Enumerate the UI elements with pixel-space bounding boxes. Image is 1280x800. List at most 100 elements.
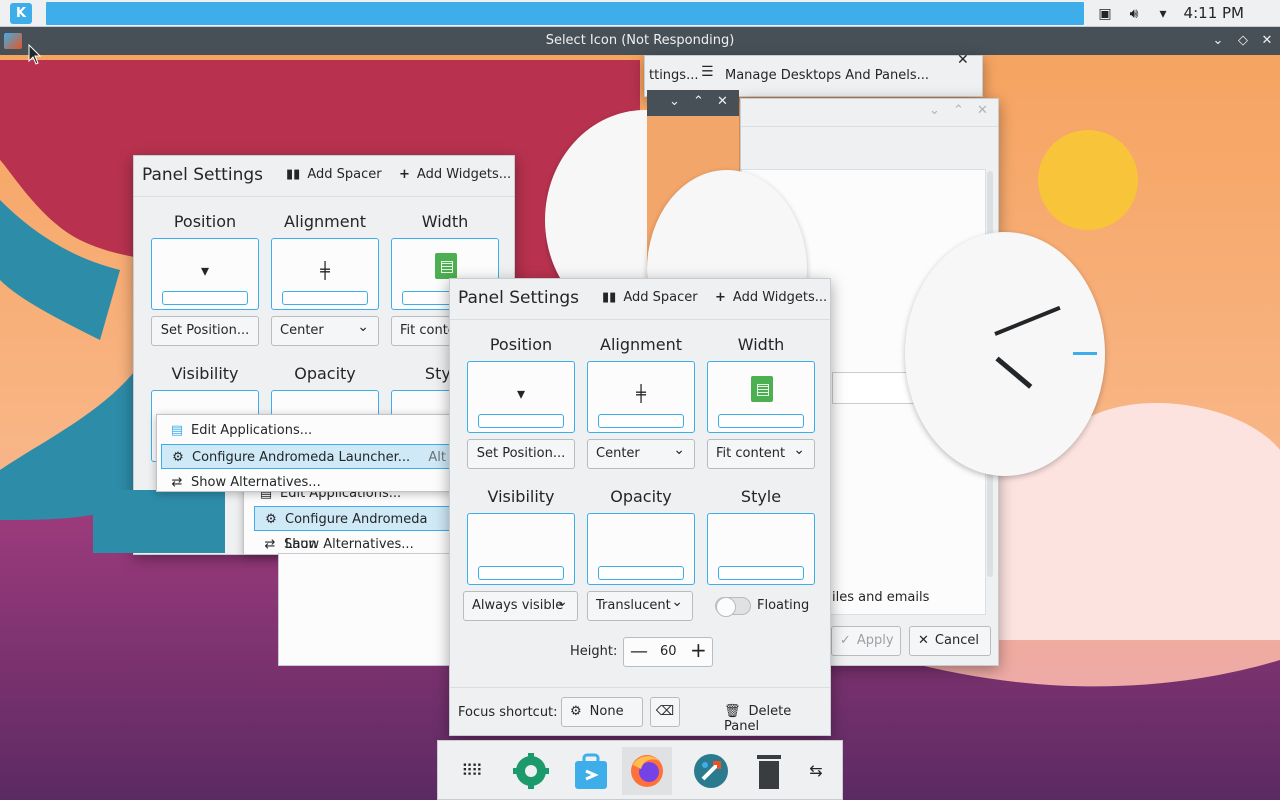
floating-toggle[interactable] [715, 597, 751, 617]
close-icon[interactable]: ✕ [977, 103, 988, 118]
clock-marker [1073, 352, 1097, 355]
height-value[interactable]: 60 [660, 644, 677, 659]
volume-icon[interactable]: 🔊︎ [1125, 5, 1143, 23]
floating-label: Floating [757, 598, 810, 613]
tray-expand-icon[interactable]: ▾ [1154, 5, 1172, 23]
show-alternatives-item[interactable]: ⇄ Show Alternatives... [161, 470, 451, 495]
panel-settings-title: Panel Settings [458, 288, 579, 308]
divider [450, 319, 830, 320]
wallpaper-fragment [93, 490, 225, 553]
panel-configure-icon[interactable]: ⇆ [800, 747, 832, 795]
application-launcher-icon[interactable]: K [10, 3, 32, 24]
screen-lock-icon[interactable]: ▣ [1096, 5, 1114, 23]
panel-settings: Panel Settings ▮▮ Add Spacer + Add Widgets… [449, 278, 831, 736]
edit-applications-item[interactable]: ▤ Edit Applications... [161, 418, 451, 443]
position-tile[interactable]: ▾ [467, 361, 575, 433]
add-spacer-button[interactable]: ▮▮ Add Spacer [286, 167, 382, 182]
kde-plasma-icon[interactable] [686, 747, 736, 795]
gear-icon: ⚙ [172, 450, 184, 465]
focus-shortcut-label: Focus shortcut: [458, 705, 558, 720]
decrease-icon[interactable]: — [630, 641, 648, 662]
minimize-icon[interactable]: ⌄ [929, 103, 940, 118]
clock-window-titlebar[interactable]: ⌄ ⌃ ✕ [647, 90, 739, 116]
opacity-select[interactable]: Translucent [587, 588, 693, 621]
minimize-icon[interactable]: ⌄ [669, 94, 680, 109]
cancel-button[interactable]: ✕ Cancel [909, 626, 991, 656]
increase-icon[interactable]: + [690, 638, 707, 662]
spreadsheet-icon [751, 376, 773, 402]
firefox-icon[interactable] [622, 747, 672, 795]
align-center-icon: ╪ [320, 261, 330, 280]
discover-store-icon[interactable] [566, 747, 616, 795]
gear-icon: ⚙ [265, 512, 277, 527]
task-manager-entry[interactable] [46, 2, 1084, 25]
style-label: Style [740, 487, 782, 506]
configure-launcher-item[interactable]: ⚙ Configure Andromeda Laun [254, 506, 454, 552]
wallpaper-fragment [0, 490, 93, 550]
maximize-icon[interactable]: ◇ [1233, 31, 1253, 51]
width-tile[interactable] [707, 361, 815, 433]
close-icon[interactable]: ✕ [717, 94, 728, 109]
alignment-tile[interactable]: ╪ [587, 361, 695, 433]
alignment-tile[interactable]: ╪ [271, 238, 379, 310]
clear-shortcut-button[interactable]: ⌫ [650, 697, 680, 727]
close-icon[interactable]: ✕ [1257, 31, 1277, 51]
alternatives-icon: ⇄ [264, 537, 276, 552]
configure-desktop-tab[interactable]: ttings... [649, 68, 698, 83]
add-spacer-button[interactable]: ▮▮ Add Spacer [602, 290, 698, 305]
visibility-select[interactable]: Always visible [463, 588, 578, 621]
maximize-icon[interactable]: ⌃ [953, 103, 964, 118]
arrow-down-icon: ▾ [516, 384, 526, 403]
opacity-label: Opacity [610, 487, 672, 506]
delete-panel-button[interactable]: 🗑︎ Delete Panel [724, 704, 830, 734]
width-select[interactable]: Fit content [707, 436, 815, 469]
system-settings-icon[interactable] [506, 747, 556, 795]
set-position-button[interactable]: Set Position... [151, 316, 259, 346]
configure-launcher-item[interactable]: ⚙ Configure Andromeda Launcher... Alt [161, 444, 453, 469]
spacer-icon: ▮▮ [286, 167, 301, 182]
close-icon[interactable]: ✕ [957, 52, 969, 68]
add-widgets-button[interactable]: + Add Widgets... [399, 167, 511, 182]
height-spinbox: — 60 + [623, 637, 713, 667]
digital-clock[interactable]: 4:11 PM [1184, 4, 1244, 22]
alignment-label: Alignment [600, 335, 682, 354]
panel-settings-title: Panel Settings [142, 165, 263, 185]
system-tray: ▣ 🔊︎ ▾ 4:11 PM [1090, 0, 1280, 27]
manage-desktops-tab[interactable]: Manage Desktops And Panels... [725, 68, 929, 83]
select-icon-titlebar[interactable]: Select Icon (Not Responding) ⌄ ◇ ✕ [0, 27, 1280, 55]
focus-shortcut-button[interactable]: ⚙ None [561, 697, 643, 727]
alignment-label: Alignment [284, 212, 366, 231]
edit-icon: ▤ [170, 423, 184, 438]
backspace-icon: ⌫ [655, 704, 675, 719]
clock-minute-hand [994, 305, 1061, 336]
trash-icon: 🗑︎ [724, 704, 741, 719]
minimize-icon[interactable]: ⌄ [1208, 31, 1228, 51]
divider [134, 196, 514, 197]
arrow-down-icon: ▾ [200, 261, 210, 280]
analog-clock-widget[interactable] [905, 232, 1105, 476]
maximize-icon[interactable]: ⌃ [693, 94, 704, 109]
alignment-select[interactable]: Center [271, 313, 379, 346]
style-tile[interactable] [707, 513, 815, 585]
app-grid-icon[interactable]: ⠿⠿ [446, 747, 496, 795]
position-tile[interactable]: ▾ [151, 238, 259, 310]
apply-button[interactable]: ✓ Apply [831, 626, 901, 656]
plus-icon: + [715, 290, 726, 305]
height-label: Height: [570, 644, 618, 659]
alternatives-icon: ⇄ [171, 475, 183, 490]
top-panel: K ▣ 🔊︎ ▾ 4:11 PM [0, 0, 1280, 27]
visibility-tile[interactable] [467, 513, 575, 585]
settings-titlebar[interactable]: ⌄ ⌃ ✕ [741, 99, 998, 127]
set-position-button[interactable]: Set Position... [467, 439, 575, 469]
visibility-label: Visibility [487, 487, 555, 506]
shortcut-hint: Alt [428, 450, 446, 465]
alignment-select[interactable]: Center [587, 436, 695, 469]
visibility-label: Visibility [171, 364, 239, 383]
position-label: Position [173, 212, 237, 231]
opacity-tile[interactable] [587, 513, 695, 585]
window-fragment [278, 553, 450, 666]
trash-icon[interactable] [744, 747, 794, 795]
gear-icon: ⚙ [570, 704, 582, 719]
add-widgets-button[interactable]: + Add Widgets... [715, 290, 827, 305]
opacity-label: Opacity [294, 364, 356, 383]
